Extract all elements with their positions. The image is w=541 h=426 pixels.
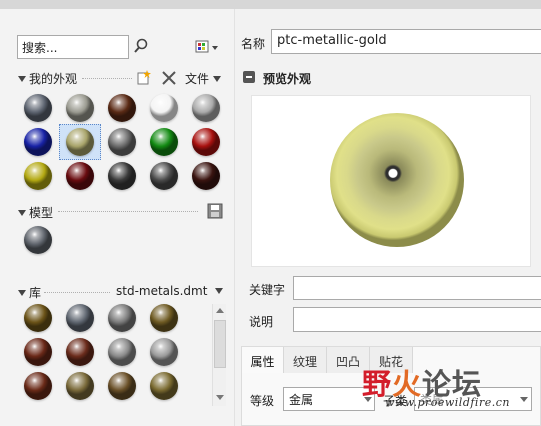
material-swatch[interactable] (66, 372, 94, 400)
material-swatch[interactable] (150, 304, 178, 332)
chevron-down-icon (213, 75, 222, 82)
keyword-field[interactable] (293, 276, 541, 300)
material-swatch[interactable] (108, 162, 136, 190)
material-swatch[interactable] (24, 338, 52, 366)
search-input[interactable]: 搜索... (17, 35, 129, 59)
collapse-preview-icon[interactable] (243, 71, 255, 83)
section-divider (44, 292, 110, 293)
material-swatch[interactable] (66, 128, 94, 156)
file-menu-button[interactable]: 文件 (185, 70, 224, 87)
name-field[interactable]: ptc-metallic-gold (271, 29, 541, 54)
material-swatch[interactable] (108, 338, 136, 366)
section-divider (58, 211, 198, 212)
collapse-triangle-icon (18, 209, 26, 216)
grade-label: 等级 (250, 394, 275, 408)
gold-sphere-preview (330, 113, 464, 247)
material-swatch[interactable] (66, 94, 94, 122)
material-swatch[interactable] (150, 338, 178, 366)
material-swatch[interactable] (66, 338, 94, 366)
library-file-dropdown[interactable]: std-metals.dmt (116, 284, 226, 298)
model-header[interactable]: 模型 (18, 204, 53, 221)
search-icon[interactable] (132, 37, 150, 55)
model-title: 模型 (29, 206, 54, 220)
tab-1[interactable]: 纹理 (284, 347, 327, 373)
file-menu-label: 文件 (185, 72, 210, 86)
scroll-down-icon[interactable] (216, 395, 224, 400)
name-label: 名称 (241, 37, 266, 51)
keyword-label: 关键字 (249, 283, 286, 297)
material-swatch[interactable] (24, 226, 52, 254)
material-swatch[interactable] (108, 94, 136, 122)
material-swatch[interactable] (24, 128, 52, 156)
scroll-up-icon[interactable] (216, 308, 224, 313)
new-appearance-icon[interactable] (136, 70, 152, 86)
scrollbar-thumb[interactable] (214, 320, 226, 368)
material-swatch[interactable] (66, 304, 94, 332)
library-title: 库 (29, 286, 42, 300)
chevron-down-icon (520, 397, 528, 402)
save-to-library-icon[interactable] (207, 203, 223, 219)
material-swatch[interactable] (108, 304, 136, 332)
material-swatch[interactable] (150, 94, 178, 122)
delete-icon[interactable] (161, 70, 177, 86)
display-options-button[interactable] (195, 39, 223, 55)
my-appearances-header[interactable]: 我的外观 (18, 70, 77, 87)
collapse-triangle-icon (18, 289, 26, 296)
material-swatch[interactable] (24, 304, 52, 332)
material-swatch[interactable] (24, 162, 52, 190)
material-swatch[interactable] (192, 94, 220, 122)
material-swatch[interactable] (108, 372, 136, 400)
preview-title: 预览外观 (263, 72, 312, 86)
description-label: 说明 (249, 315, 274, 329)
grade-value: 金属 (289, 393, 314, 407)
material-swatch[interactable] (24, 94, 52, 122)
collapse-triangle-icon (18, 75, 26, 82)
material-swatch[interactable] (66, 162, 94, 190)
material-swatch[interactable] (192, 128, 220, 156)
watermark-url: www.proewildfire.cn (385, 396, 510, 409)
appearance-preview (251, 95, 531, 267)
material-swatch[interactable] (24, 372, 52, 400)
chevron-down-icon (215, 288, 224, 294)
library-scrollbar[interactable] (212, 304, 226, 406)
panel-divider (234, 9, 235, 426)
description-field[interactable] (293, 307, 541, 332)
library-file-name: std-metals.dmt (116, 284, 208, 298)
material-swatch[interactable] (150, 372, 178, 400)
my-appearances-title: 我的外观 (29, 72, 78, 86)
material-swatch[interactable] (150, 128, 178, 156)
material-swatch[interactable] (150, 162, 178, 190)
window-top-bar (0, 0, 541, 9)
library-header[interactable]: 库 (18, 284, 41, 301)
tab-0[interactable]: 属性 (242, 347, 284, 373)
section-divider (82, 78, 132, 79)
material-swatch[interactable] (192, 162, 220, 190)
material-swatch[interactable] (108, 128, 136, 156)
